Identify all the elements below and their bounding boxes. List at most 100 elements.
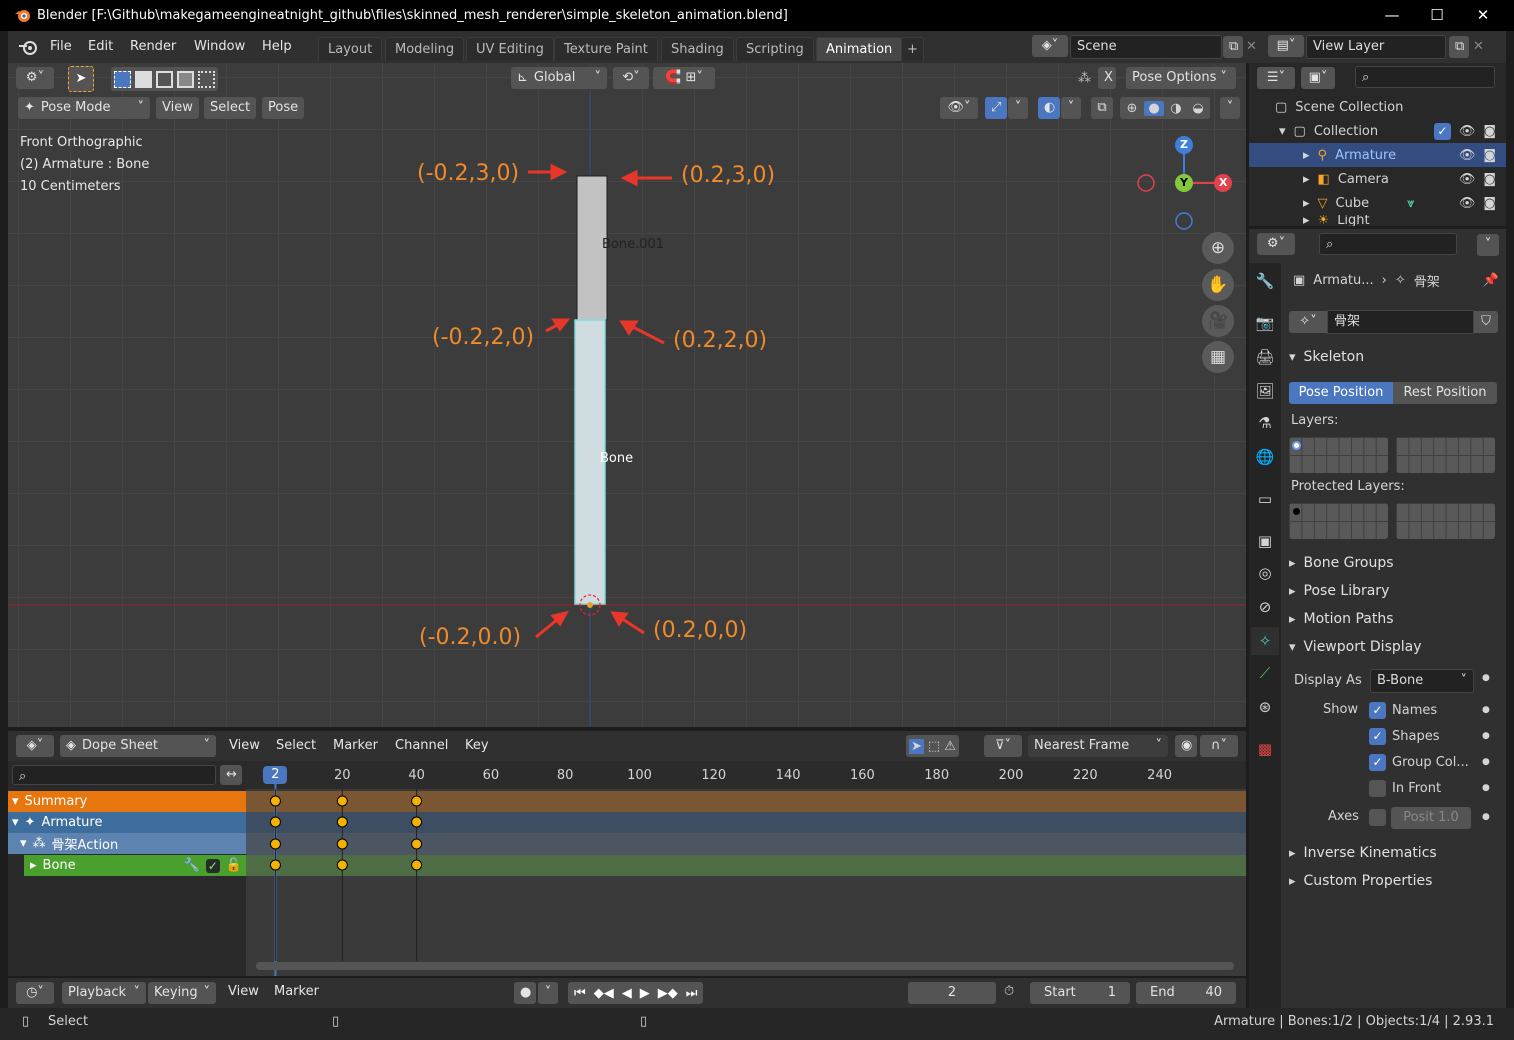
dopesheet-editor-type-icon[interactable]: ◈˅ — [16, 735, 54, 757]
end-frame-field[interactable]: End 40 — [1136, 982, 1236, 1004]
armature-data-name-field[interactable]: 骨架 — [1327, 310, 1474, 334]
camera-view-icon[interactable]: 🎥 — [1202, 305, 1234, 337]
swap-icon[interactable]: ↔ — [220, 765, 242, 785]
ortho-grid-icon[interactable]: ▦ — [1202, 341, 1234, 373]
playback-dropdown[interactable]: Playback ˅ — [62, 982, 146, 1004]
tree-item-cube[interactable]: ▸ ▽ Cube ⩔ 👁 ◙ — [1249, 191, 1506, 215]
output-tab-icon[interactable]: 🖨 — [1251, 343, 1279, 371]
delete-scene-icon[interactable]: ✕ — [1246, 39, 1257, 54]
modifiers-tab-icon[interactable]: ◎ — [1251, 559, 1279, 587]
scene-field[interactable]: Scene — [1070, 35, 1222, 59]
lock-icon[interactable]: 🔓 — [226, 858, 242, 873]
current-frame-field[interactable]: 2 — [908, 982, 996, 1004]
view-layer-selector-icon[interactable]: ▤˅ — [1268, 35, 1304, 57]
menu-help[interactable]: Help — [262, 39, 292, 54]
new-view-layer-icon[interactable]: ⧉ — [1449, 36, 1469, 58]
disclosure-open-icon[interactable]: ▾ — [12, 815, 19, 830]
play-reverse-icon[interactable]: ◀ — [622, 986, 632, 1001]
timeline-menu-marker[interactable]: Marker — [274, 984, 319, 999]
tab-scripting[interactable]: Scripting — [736, 37, 814, 61]
camera-render-icon[interactable]: ◙ — [1483, 148, 1496, 163]
channel-mute-checkbox[interactable]: ✓ — [205, 858, 220, 873]
jump-end-icon[interactable]: ⏭ — [686, 986, 698, 1001]
minimize-button[interactable]: — — [1377, 4, 1407, 26]
disclosure-closed-icon[interactable]: ▸ — [1303, 148, 1310, 163]
blender-menu-icon[interactable] — [18, 38, 38, 56]
tree-item-light[interactable]: ▸ ☀ Light — [1249, 215, 1506, 226]
panel-skeleton-header[interactable]: ▾ Skeleton — [1289, 349, 1364, 365]
collection-exclude-checkbox[interactable]: ✓ — [1433, 122, 1451, 140]
view-layer-tab-icon[interactable]: 🖼 — [1251, 377, 1279, 405]
tab-layout[interactable]: Layout — [318, 37, 383, 61]
pin-icon[interactable]: 📌 — [1483, 273, 1499, 288]
disclosure-closed-icon[interactable]: ▸ — [1303, 196, 1310, 211]
add-workspace-button[interactable]: + — [901, 37, 924, 61]
wrench-icon[interactable]: 🔧 — [184, 858, 200, 873]
disclosure-closed-icon[interactable]: ▸ — [1303, 172, 1310, 187]
3d-viewport[interactable]: ⚙˅ ➤ ⊾ Global ˅ ⟲˅ 🧲 ⊞˅ ⁂ X Pose Options ˅ … — [8, 63, 1246, 727]
pan-hand-icon[interactable]: ✋ — [1202, 269, 1234, 301]
display-as-dropdown[interactable]: B-Bone ˅ — [1370, 669, 1474, 693]
view-layer-field[interactable]: View Layer — [1306, 35, 1446, 59]
protected-layers-grid-right[interactable] — [1396, 503, 1495, 539]
channel-bone[interactable]: ▸ Bone 🔧 ✓ 🔓 — [24, 855, 246, 876]
tab-texture-paint[interactable]: Texture Paint — [554, 37, 658, 61]
eye-icon[interactable]: 👁 — [1459, 172, 1476, 187]
checkbox-in-front[interactable] — [1369, 780, 1386, 797]
tree-item-scene-collection[interactable]: ▢ Scene Collection — [1249, 95, 1506, 119]
channel-search-input[interactable]: ⌕ — [12, 765, 216, 785]
keyframe-dot-icon[interactable]: ● — [1482, 731, 1490, 741]
timeline-menu-view[interactable]: View — [228, 984, 259, 999]
tree-item-camera[interactable]: ▸ ◧ Camera 👁 ◙ — [1249, 167, 1506, 191]
properties-search-input[interactable]: ⌕ — [1319, 233, 1457, 255]
camera-render-icon[interactable]: ◙ — [1483, 172, 1496, 187]
show-names-option[interactable]: ✓ Names — [1369, 702, 1437, 719]
object-tab-icon[interactable]: ▣ — [1251, 527, 1279, 555]
filter-icon[interactable]: ⊽˅ — [984, 735, 1022, 757]
layers-grid-left[interactable] — [1289, 437, 1388, 473]
camera-render-icon[interactable]: ◙ — [1483, 124, 1496, 139]
dopesheet-menu-marker[interactable]: Marker — [333, 738, 378, 753]
disclosure-closed-icon[interactable]: ▸ — [30, 858, 37, 873]
snap-mode-dropdown[interactable]: Nearest Frame ˅ — [1028, 735, 1168, 757]
checkbox-group-colors[interactable]: ✓ — [1369, 754, 1386, 771]
close-button[interactable]: ✕ — [1468, 4, 1498, 26]
eye-icon[interactable]: 👁 — [1459, 124, 1476, 139]
panel-bone-groups-header[interactable]: ▸ Bone Groups — [1289, 555, 1394, 571]
checkbox-axes[interactable] — [1369, 809, 1386, 826]
channel-action[interactable]: ▾ ⁂ 骨架Action — [8, 833, 246, 854]
scene-selector-icon[interactable]: ◈˅ — [1032, 35, 1068, 57]
armature-browse-icon[interactable]: ✧˅ — [1289, 311, 1327, 333]
timeline-editor-type-icon[interactable]: ◷˅ — [16, 982, 54, 1004]
panel-motion-paths-header[interactable]: ▸ Motion Paths — [1289, 611, 1394, 627]
tab-modeling[interactable]: Modeling — [385, 37, 465, 61]
prev-keyframe-icon[interactable]: ◆◀ — [594, 986, 614, 1001]
tab-shading[interactable]: Shading — [661, 37, 734, 61]
keyframe-dot-icon[interactable]: ● — [1482, 757, 1490, 767]
protected-layers-grid-left[interactable] — [1289, 503, 1388, 539]
panel-custom-properties-header[interactable]: ▸ Custom Properties — [1289, 873, 1432, 889]
show-hidden-icon[interactable]: ⬚ — [928, 739, 940, 754]
disclosure-open-icon[interactable]: ▾ — [1279, 124, 1286, 139]
menu-window[interactable]: Window — [194, 39, 245, 54]
outliner-search-input[interactable]: ⌕ — [1355, 66, 1495, 88]
scene-tab-icon[interactable]: ⚗ — [1251, 409, 1279, 437]
panel-viewport-display-header[interactable]: ▾ Viewport Display — [1289, 639, 1422, 655]
stopwatch-icon[interactable]: ⏱ — [1004, 984, 1014, 999]
keyframe-region[interactable]: 20 40 60 80 100 120 140 160 180 200 220 240 2 — [246, 761, 1246, 976]
layers-grid-right[interactable] — [1396, 437, 1495, 473]
maximize-button[interactable]: ☐ — [1422, 4, 1452, 26]
constraints-tab-icon[interactable]: ⊘ — [1251, 593, 1279, 621]
dopesheet-menu-channel[interactable]: Channel — [395, 738, 448, 753]
tool-tab-icon[interactable]: 🔧 — [1251, 267, 1279, 295]
menu-render[interactable]: Render — [130, 39, 176, 54]
play-icon[interactable]: ▶ — [640, 986, 650, 1001]
horizontal-scrollbar[interactable] — [256, 962, 1234, 970]
new-scene-icon[interactable]: ⧉ — [1223, 36, 1243, 58]
checkbox-names[interactable]: ✓ — [1369, 702, 1386, 719]
record-icon[interactable]: ● — [514, 982, 536, 1004]
panel-inverse-kinematics-header[interactable]: ▸ Inverse Kinematics — [1289, 845, 1437, 861]
zoom-icon[interactable]: ⊕ — [1202, 232, 1234, 264]
show-in-front-option[interactable]: In Front — [1369, 780, 1441, 797]
bone-constraints-tab-icon[interactable]: ⊛ — [1251, 693, 1279, 721]
